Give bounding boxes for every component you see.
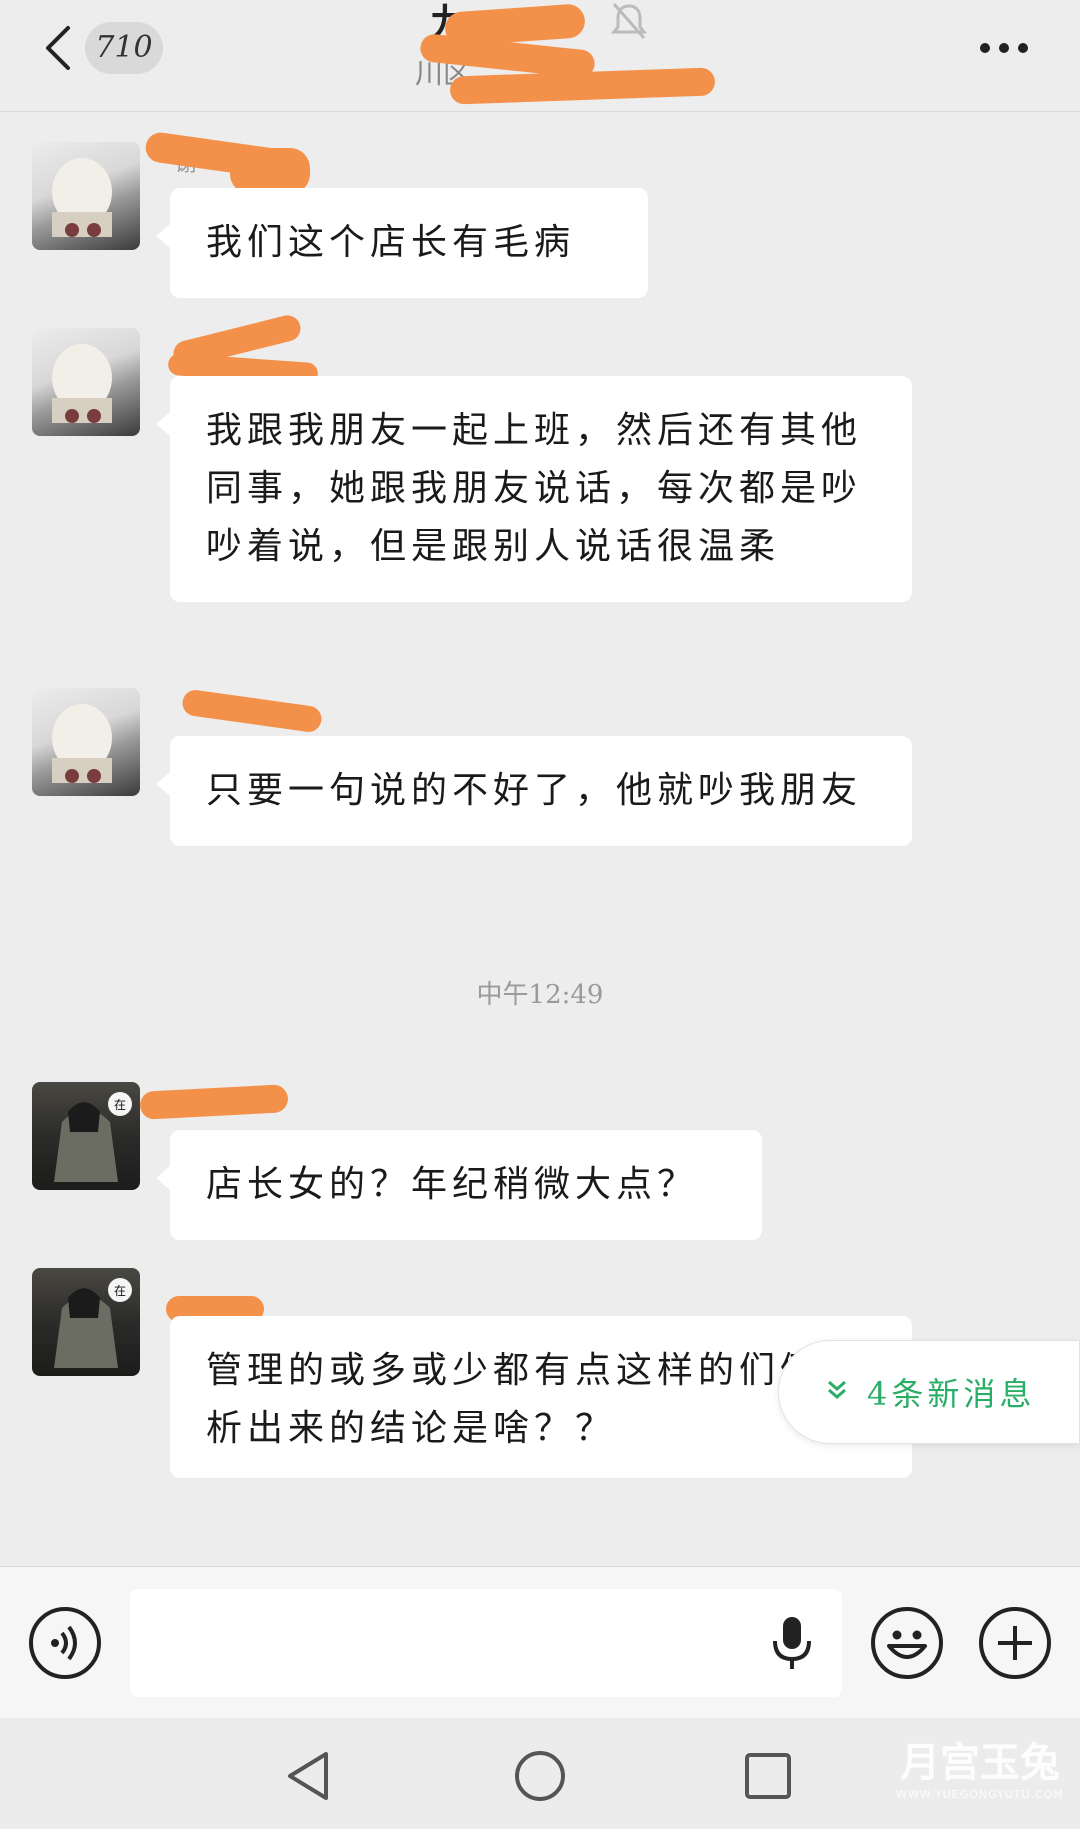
emoji-icon[interactable] xyxy=(870,1606,944,1680)
avatar[interactable] xyxy=(32,328,140,436)
avatar[interactable] xyxy=(32,142,140,250)
back-arrow-icon[interactable] xyxy=(40,22,80,74)
message-bubble[interactable]: 店长女的？年纪稍微大点？ xyxy=(156,1130,762,1240)
unread-count-badge[interactable]: 710 xyxy=(85,22,163,74)
avatar[interactable]: 在 xyxy=(32,1268,140,1376)
voice-mode-icon[interactable] xyxy=(28,1606,102,1680)
message-input[interactable] xyxy=(130,1589,842,1697)
svg-text:在: 在 xyxy=(114,1284,126,1298)
new-messages-label: 4条新消息 xyxy=(867,1375,1036,1413)
input-bar xyxy=(0,1566,1080,1718)
microphone-icon[interactable] xyxy=(770,1615,814,1671)
avatar[interactable] xyxy=(32,688,140,796)
redaction-mark xyxy=(139,1084,289,1120)
system-nav-bar: 月宫玉兔 WWW.YUEGONGYUTU.COM xyxy=(0,1718,1080,1829)
nav-home-icon[interactable] xyxy=(510,1746,570,1806)
svg-text:在: 在 xyxy=(114,1098,126,1112)
mute-bell-icon xyxy=(608,0,650,42)
nav-recents-icon[interactable] xyxy=(738,1746,798,1806)
message-bubble[interactable]: 我们这个店长有毛病 xyxy=(156,188,648,298)
message-bubble[interactable]: 我跟我朋友一起上班，然后还有其他同事，她跟我朋友说话，每次都是吵吵着说，但是跟别… xyxy=(156,376,912,602)
message-timestamp: 中午12:49 xyxy=(476,980,604,1010)
more-options-icon[interactable] xyxy=(975,30,1035,70)
chat-header: 710 九 川区 xyxy=(0,0,1080,112)
nav-back-icon[interactable] xyxy=(280,1746,340,1806)
watermark: 月宫玉兔 WWW.YUEGONGYUTU.COM xyxy=(896,1740,1064,1801)
redaction-mark xyxy=(180,688,324,734)
message-bubble[interactable]: 只要一句说的不好了，他就吵我朋友 xyxy=(156,736,912,846)
plus-icon[interactable] xyxy=(978,1606,1052,1680)
avatar[interactable]: 在 xyxy=(32,1082,140,1190)
new-messages-button[interactable]: 4条新消息 xyxy=(778,1340,1080,1444)
double-chevron-down-icon xyxy=(825,1378,849,1406)
